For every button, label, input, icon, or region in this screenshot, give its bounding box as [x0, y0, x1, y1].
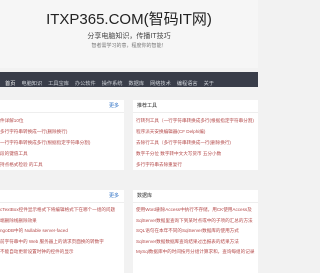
- left-panel-2-header: 更多: [0, 190, 124, 203]
- list-item[interactable]: 前字符串中的 Web 服务器上的请求页面换的转数字: [0, 237, 124, 248]
- list-item[interactable]: 使用Word删除Access中执行不存储，用CK使用Access及: [133, 205, 258, 216]
- site-subtitle: 分享电脑知识，传播IT技巧: [87, 33, 171, 40]
- right-panel-2-list: 使用Word删除Access中执行不存储，用CK使用Access及 SqlSer…: [133, 203, 258, 258]
- list-item[interactable]: 持点格式检验 的工具: [0, 159, 124, 170]
- nav-item-tools[interactable]: 工具宝库: [48, 77, 69, 87]
- list-item[interactable]: 件详解10位: [0, 115, 124, 126]
- nav-item-office[interactable]: 办公软件: [75, 77, 96, 87]
- right-panel-title: 推荐工具: [137, 103, 158, 109]
- right-panel-recommended-tools: 推荐工具 行转列工具（一行字符串转换成多行(根据指定字符串分割) 程序派天安换编…: [133, 100, 258, 170]
- nav-item-about[interactable]: 关于: [204, 77, 214, 87]
- list-item[interactable]: 程序派天安换编辑器(CF Delphi编): [133, 126, 258, 137]
- nav-item-os[interactable]: 操作系统: [102, 77, 123, 87]
- left-panel-list: 件详解10位 多行字符串转换成一行(删除换行) 一行字符串转换成多行(根据指定字…: [0, 113, 124, 170]
- list-item[interactable]: ngoDB中的 Nullable server-faced: [0, 226, 124, 237]
- list-item[interactable]: cTextBox控件显示格式下将编辑格式下在哪个一组的问题: [0, 205, 124, 216]
- right-panel-list: 行转列工具（一行字符串转换成多行(根据指定字符串分割) 程序派天安换编辑器(CF…: [133, 113, 258, 170]
- list-item[interactable]: 多行字符串转换成一行(删除换行): [0, 126, 124, 137]
- nav-item-programming[interactable]: 编程语言: [177, 77, 198, 87]
- list-item[interactable]: 不能自动更新设置时钟的控件的显示: [0, 247, 124, 258]
- left-panel-more-link[interactable]: 更多: [109, 103, 119, 109]
- site-header: ITXP365.COM(智码IT网) 分享电脑知识，传播IT技巧 智者需学习的意…: [0, 0, 258, 68]
- nav-item-network[interactable]: 网络技术: [150, 77, 171, 87]
- right-panel-2-title: 数据库: [137, 193, 153, 199]
- nav-item-computer-knowledge[interactable]: 电脑知识: [21, 77, 42, 87]
- left-panel-2-list: cTextBox控件显示格式下将编辑格式下在哪个一组的问题 端删除线删除效果 n…: [0, 203, 124, 258]
- site-title[interactable]: ITXP365.COM(智码IT网): [0, 11, 258, 28]
- list-item[interactable]: SqlServer数据数据库查询结果过出报表的结果方法: [133, 237, 258, 248]
- list-item[interactable]: 端删除线删除效果: [0, 216, 124, 227]
- right-panel-database: 数据库 使用Word删除Access中执行不存储，用CK使用Access及 Sq…: [133, 190, 258, 273]
- right-panel-2-header: 数据库: [133, 190, 258, 203]
- nav-item-database[interactable]: 数据库: [128, 77, 144, 87]
- left-panel-header: 更多: [0, 100, 124, 113]
- list-item[interactable]: SqlServer数据里查询下到某时点或中的子项的汇总的方法: [133, 216, 258, 227]
- site-slogan: 智者需学习的意，程度你的智能！: [91, 43, 167, 49]
- list-item[interactable]: 行转列工具（一行字符串转换成多行(根据指定字符串分割): [133, 115, 258, 126]
- list-item[interactable]: MySql数据库中的时间按月分组计算求和，查询每组的记录: [133, 247, 258, 258]
- left-panel-2: 更多 cTextBox控件显示格式下将编辑格式下在哪个一组的问题 端删除线删除效…: [0, 190, 124, 273]
- list-item[interactable]: 一行字符串转换成多行(根据指定字符串分割): [0, 137, 124, 148]
- main-nav: 首页 电脑知识 工具宝库 办公软件 操作系统 数据库 网络技术 编程语言 关于: [0, 72, 258, 87]
- left-panel: 更多 件详解10位 多行字符串转换成一行(删除换行) 一行字符串转换成多行(根据…: [0, 100, 124, 170]
- left-panel-2-more-link[interactable]: 更多: [109, 193, 119, 199]
- list-item[interactable]: 数字千分位 数字转中文大写货币 五分小数: [133, 148, 258, 159]
- list-item[interactable]: 段的键值工具: [0, 148, 124, 159]
- list-item[interactable]: SQL语句在本年不同的SqlServer数据库的使用方式: [133, 226, 258, 237]
- list-item[interactable]: 多行字符串去除重复行: [133, 159, 258, 170]
- right-panel-header: 推荐工具: [133, 100, 258, 113]
- list-item[interactable]: 去除行工具（多行字符串转换成一行(删除换行): [133, 137, 258, 148]
- nav-item-home[interactable]: 首页: [5, 77, 15, 87]
